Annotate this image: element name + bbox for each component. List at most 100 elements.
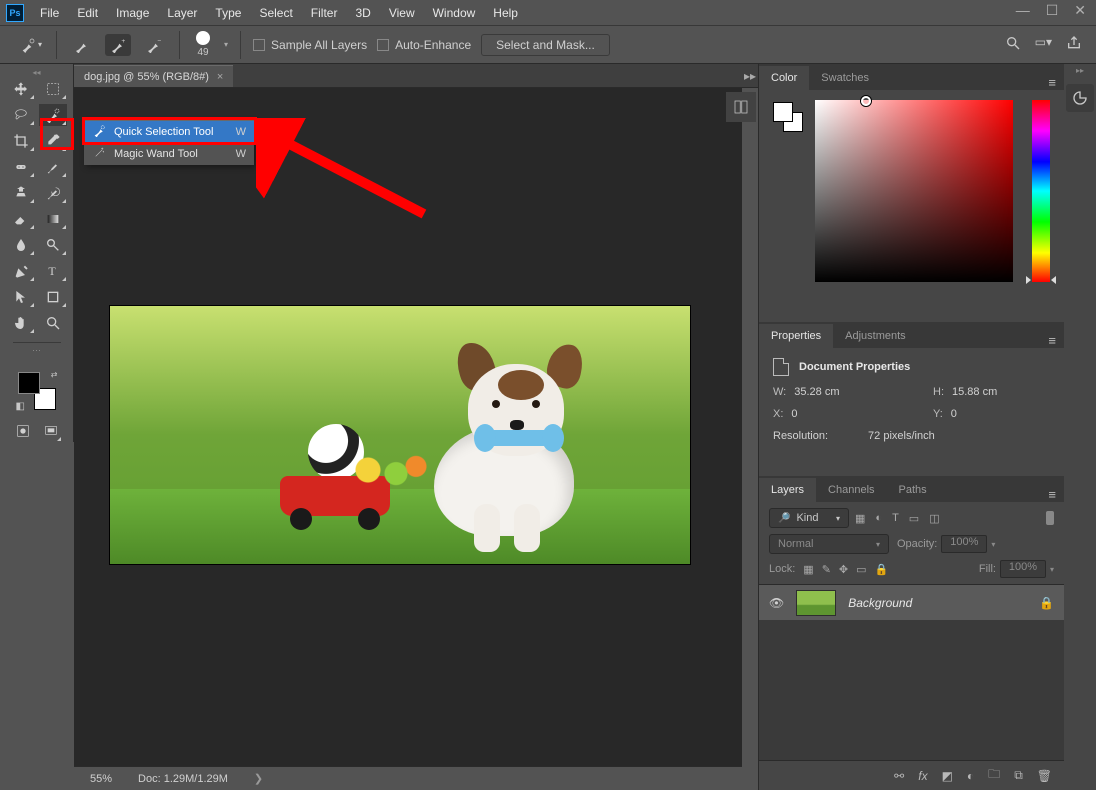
tab-color[interactable]: Color (759, 66, 809, 90)
layer-mask-icon[interactable]: ◩ (942, 769, 953, 783)
layer-lock-icon[interactable]: 🔒 (1039, 596, 1054, 610)
menu-image[interactable]: Image (116, 6, 149, 20)
filter-pixel-icon[interactable]: ▦ (855, 512, 865, 525)
filter-smart-icon[interactable]: ◫ (929, 512, 939, 525)
layer-name[interactable]: Background (848, 596, 912, 610)
clone-stamp-tool[interactable] (7, 182, 35, 204)
libraries-icon[interactable] (1066, 84, 1094, 112)
filter-type-icon[interactable]: T (892, 512, 899, 525)
panel-collapse-handle[interactable]: ▸▸ (742, 64, 758, 88)
eraser-tool[interactable] (7, 208, 35, 230)
tab-adjustments[interactable]: Adjustments (833, 324, 918, 348)
delete-layer-icon[interactable]: 🗑 (1037, 769, 1052, 783)
blur-tool[interactable] (7, 234, 35, 256)
quick-selection-tool[interactable] (39, 104, 67, 126)
canvas-area[interactable] (74, 88, 742, 766)
window-minimize-icon[interactable]: — (1016, 2, 1030, 19)
brush-tool[interactable] (39, 156, 67, 178)
toolbox-handle[interactable]: ◂◂ (7, 68, 67, 76)
tab-properties[interactable]: Properties (759, 324, 833, 348)
menu-layer[interactable]: Layer (167, 6, 197, 20)
filter-toggle[interactable] (1046, 511, 1054, 525)
healing-brush-tool[interactable] (7, 156, 35, 178)
link-layers-icon[interactable]: ⚯ (894, 769, 904, 783)
doc-size[interactable]: Doc: 1.29M/1.29M (138, 773, 228, 785)
add-selection-icon[interactable]: + (105, 34, 131, 56)
layer-filter-kind[interactable]: 🔎 Kind ▾ (769, 508, 849, 528)
visibility-icon[interactable]: 👁 (769, 596, 784, 610)
lock-artboard-icon[interactable]: ▭ (856, 563, 866, 576)
path-selection-tool[interactable] (7, 286, 35, 308)
menu-window[interactable]: Window (433, 6, 476, 20)
menu-type[interactable]: Type (215, 6, 241, 20)
zoom-tool[interactable] (39, 312, 67, 334)
marquee-tool[interactable] (39, 78, 67, 100)
subtract-selection-icon[interactable]: − (141, 34, 167, 56)
panel-collapse-handle[interactable]: ▸▸ (1064, 64, 1096, 80)
window-close-icon[interactable]: ✕ (1074, 2, 1086, 19)
panel-menu-icon[interactable]: ≡ (1040, 333, 1064, 348)
layer-style-icon[interactable]: fx (918, 769, 927, 783)
lock-pixels-icon[interactable]: ▦ (803, 563, 813, 576)
hand-tool[interactable] (7, 312, 35, 334)
swap-colors-icon[interactable]: ⇄ (51, 370, 58, 379)
sample-all-layers-checkbox[interactable]: Sample All Layers (253, 38, 367, 52)
filter-shape-icon[interactable]: ▭ (909, 512, 919, 525)
crop-tool[interactable] (7, 130, 35, 152)
fill-value[interactable]: 100% (1000, 560, 1046, 578)
adjustment-layer-icon[interactable]: ◐ (967, 769, 974, 783)
share-icon[interactable] (1066, 35, 1082, 54)
close-tab-icon[interactable]: × (217, 71, 223, 83)
eyedropper-tool[interactable] (39, 130, 67, 152)
menu-view[interactable]: View (389, 6, 415, 20)
lock-position-icon[interactable]: ✥ (839, 563, 848, 576)
zoom-level[interactable]: 55% (90, 773, 112, 785)
default-colors-icon[interactable]: ◧ (16, 401, 25, 412)
current-tool-icon[interactable]: ▾ (18, 34, 44, 56)
menu-file[interactable]: File (40, 6, 59, 20)
new-layer-icon[interactable]: ⧉ (1014, 768, 1023, 783)
window-maximize-icon[interactable]: ☐ (1046, 2, 1059, 19)
flyout-quick-selection[interactable]: Quick Selection Tool W (84, 121, 254, 143)
gradient-tool[interactable] (39, 208, 67, 230)
pen-tool[interactable] (7, 260, 35, 282)
type-tool[interactable]: T (39, 260, 67, 282)
menu-help[interactable]: Help (493, 6, 518, 20)
document-tab[interactable]: dog.jpg @ 55% (RGB/8#) × (74, 65, 233, 87)
brush-size[interactable]: 49 (196, 31, 210, 58)
docked-panel-icon[interactable] (726, 92, 756, 122)
quick-mask-icon[interactable] (12, 420, 34, 442)
opacity-value[interactable]: 100% (941, 535, 987, 553)
color-field[interactable] (815, 100, 1013, 282)
lasso-tool[interactable] (7, 104, 35, 126)
search-icon[interactable] (1005, 35, 1021, 54)
tab-layers[interactable]: Layers (759, 478, 816, 502)
flyout-magic-wand[interactable]: Magic Wand Tool W (84, 143, 254, 165)
shape-tool[interactable] (39, 286, 67, 308)
menu-edit[interactable]: Edit (77, 6, 98, 20)
auto-enhance-checkbox[interactable]: Auto-Enhance (377, 38, 471, 52)
lock-all-icon[interactable]: 🔒 (875, 563, 889, 576)
hue-slider[interactable] (1032, 100, 1050, 282)
menu-3d[interactable]: 3D (355, 6, 370, 20)
dodge-tool[interactable] (39, 234, 67, 256)
layer-thumbnail[interactable] (796, 590, 836, 616)
move-tool[interactable] (7, 78, 35, 100)
new-selection-icon[interactable] (69, 34, 95, 56)
lock-paint-icon[interactable]: ✎ (822, 563, 831, 576)
tab-swatches[interactable]: Swatches (809, 66, 881, 90)
document-canvas[interactable] (110, 306, 690, 564)
filter-adjust-icon[interactable]: ◐ (875, 512, 882, 525)
status-menu-icon[interactable]: ❯ (254, 772, 263, 785)
tab-channels[interactable]: Channels (816, 478, 886, 502)
foreground-background-colors[interactable]: ⇄ ◧ (16, 370, 58, 412)
select-and-mask-button[interactable]: Select and Mask... (481, 34, 610, 56)
tab-paths[interactable]: Paths (887, 478, 939, 502)
panel-menu-icon[interactable]: ≡ (1040, 487, 1064, 502)
history-brush-tool[interactable] (39, 182, 67, 204)
layer-row[interactable]: 👁 Background 🔒 (759, 585, 1064, 621)
menu-filter[interactable]: Filter (311, 6, 338, 20)
panel-menu-icon[interactable]: ≡ (1040, 75, 1064, 90)
screen-mode-icon[interactable] (40, 420, 62, 442)
workspace-switcher-icon[interactable]: ▭▾ (1035, 35, 1052, 54)
